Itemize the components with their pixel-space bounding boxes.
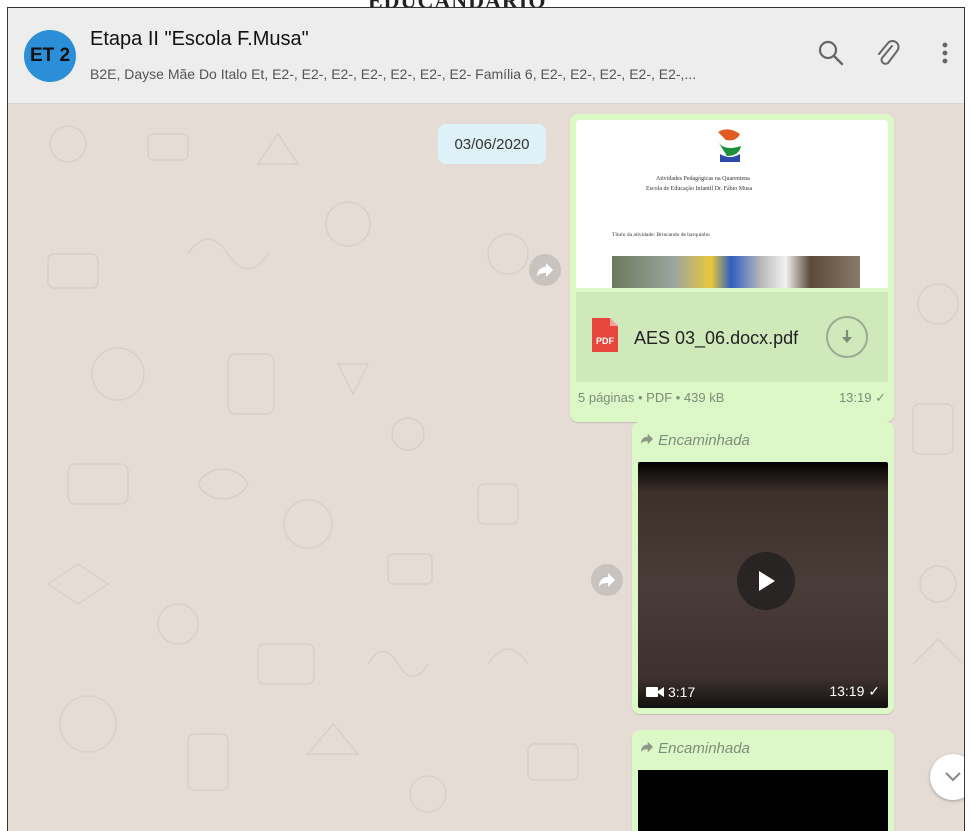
message-time: 13:19 ✓: [838, 390, 886, 405]
chat-members[interactable]: B2E, Dayse Mãe Do Italo Et, E2-, E2-, E2…: [90, 66, 800, 82]
group-avatar[interactable]: ET 2: [24, 30, 76, 82]
video-camera-icon: [646, 687, 664, 697]
message-time: 13:19 ✓: [829, 683, 880, 699]
video-message[interactable]: Encaminhada: [632, 730, 894, 831]
doc-activity-line: Título da atividade: Brincando de barqui…: [612, 232, 710, 238]
doc-photo-strip: [612, 256, 860, 288]
video-duration-text: 3:17: [668, 684, 696, 700]
video-thumbnail[interactable]: 3:17 13:19 ✓: [638, 462, 888, 708]
message-list[interactable]: 03/06/2020 Atividades Pedagógicas na Qua…: [8, 104, 964, 831]
attach-icon[interactable]: [872, 38, 902, 68]
forwarded-icon: [641, 741, 653, 753]
forward-arrow-icon: [599, 573, 615, 587]
forward-arrow-icon: [537, 263, 553, 277]
chat-header: ET 2 Etapa II "Escola F.Musa" B2E, Dayse…: [8, 8, 964, 104]
doc-heading-line: Escola de Educação Infantil Dr. Fábio Mu…: [646, 186, 753, 192]
video-thumbnail[interactable]: [638, 770, 888, 831]
forward-button[interactable]: [529, 254, 561, 286]
file-row[interactable]: PDF AES 03_06.docx.pdf: [576, 292, 888, 382]
file-meta: 5 páginas • PDF • 439 kB: [578, 390, 725, 405]
whatsapp-window: ET 2 Etapa II "Escola F.Musa" B2E, Dayse…: [7, 7, 965, 831]
chevron-down-icon: [945, 772, 961, 782]
forwarded-icon: [641, 433, 653, 445]
forwarded-text: Encaminhada: [658, 432, 750, 449]
document-message[interactable]: Atividades Pedagógicas na Quarentena Esc…: [570, 114, 894, 422]
file-name[interactable]: AES 03_06.docx.pdf: [634, 328, 798, 349]
school-logo-icon: [717, 129, 741, 162]
video-duration: 3:17: [646, 684, 695, 700]
video-message[interactable]: Encaminhada 3:17 13:19 ✓: [632, 422, 894, 714]
play-icon: [759, 571, 775, 591]
pdf-badge: PDF: [596, 336, 615, 346]
forward-button[interactable]: [591, 564, 623, 596]
chat-title[interactable]: Etapa II "Escola F.Musa": [90, 28, 309, 51]
pdf-file-icon: PDF: [592, 318, 618, 352]
doc-heading-line: Atividades Pedagógicas na Quarentena: [656, 176, 750, 182]
download-button[interactable]: [826, 316, 868, 358]
search-icon[interactable]: [816, 38, 846, 68]
menu-icon[interactable]: [930, 38, 960, 68]
play-button[interactable]: [737, 552, 795, 610]
date-chip: 03/06/2020: [438, 124, 546, 164]
document-preview[interactable]: Atividades Pedagógicas na Quarentena Esc…: [576, 120, 888, 288]
forwarded-label: Encaminhada: [640, 740, 750, 757]
forwarded-label: Encaminhada: [640, 432, 750, 449]
download-arrow-icon: [842, 330, 852, 343]
forwarded-text: Encaminhada: [658, 740, 750, 757]
